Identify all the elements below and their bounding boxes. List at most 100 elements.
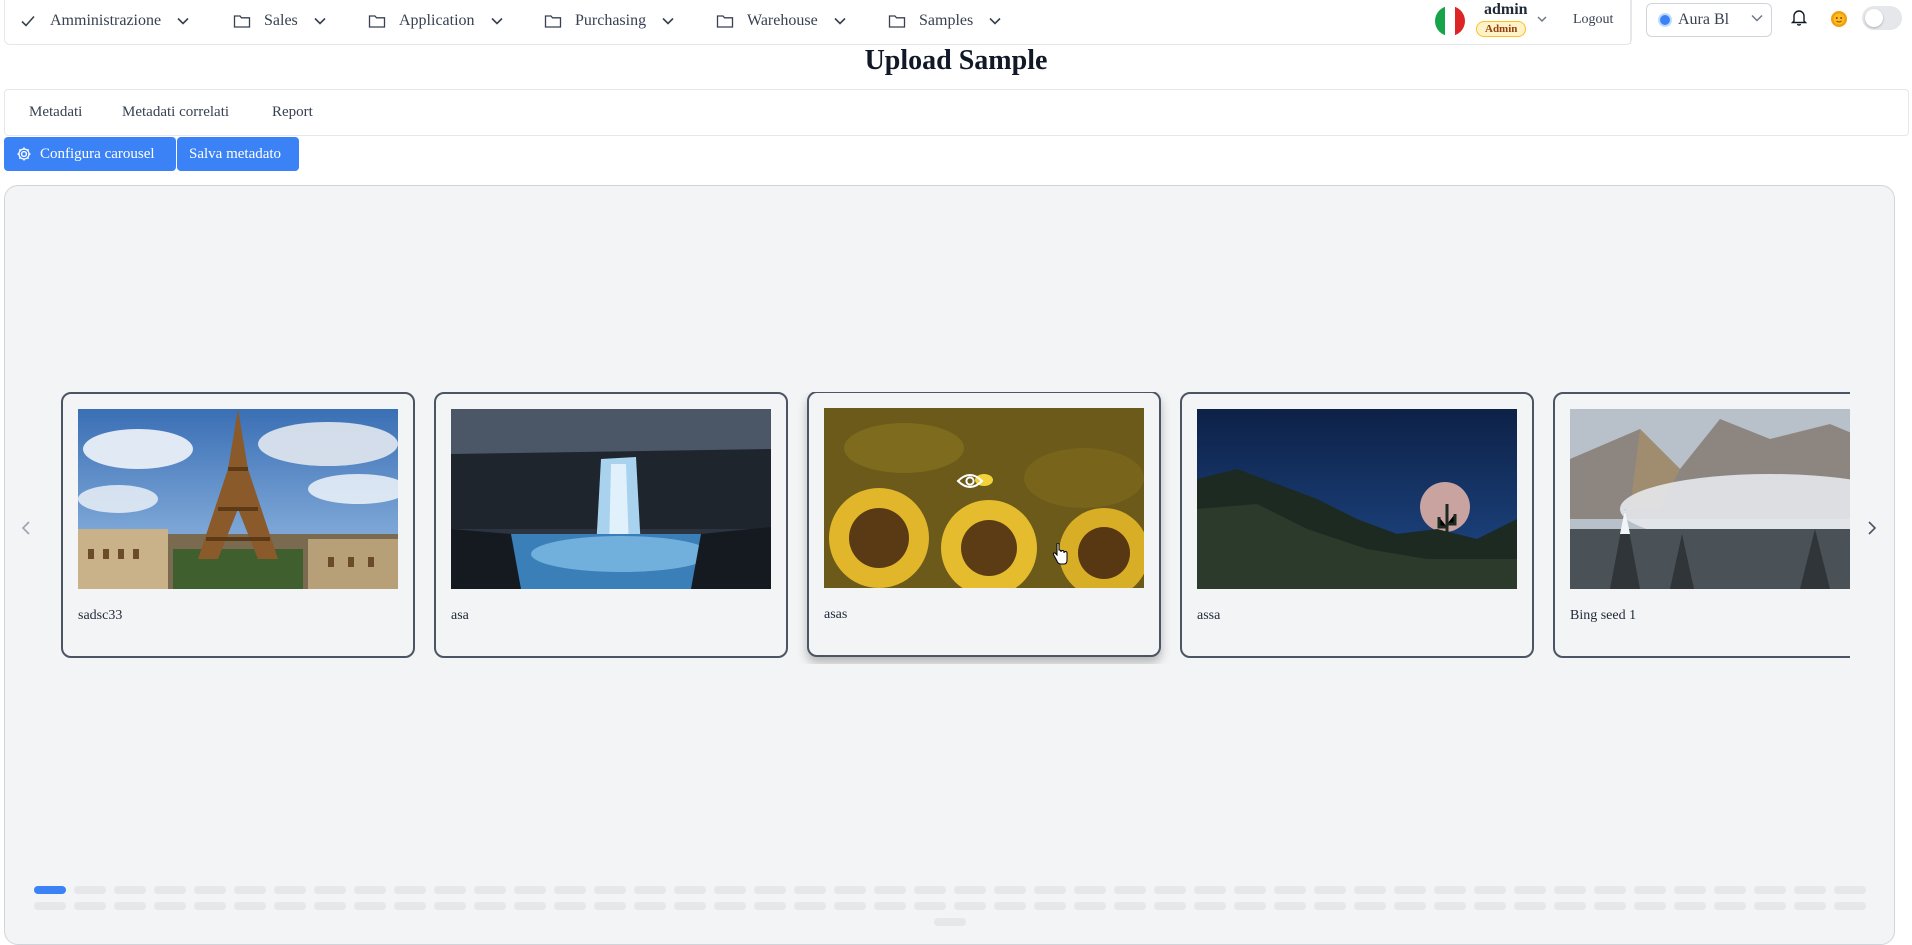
- menu-purchasing[interactable]: Purchasing: [543, 0, 676, 42]
- pagination-dot[interactable]: [1593, 886, 1626, 894]
- pagination-dot[interactable]: [393, 886, 426, 894]
- pagination-dot[interactable]: [873, 902, 906, 910]
- pagination-dot[interactable]: [1433, 886, 1466, 894]
- pagination-dot[interactable]: [1793, 886, 1826, 894]
- pagination-dot[interactable]: [353, 902, 386, 910]
- pagination-dot[interactable]: [1633, 886, 1666, 894]
- carousel-card[interactable]: sadsc33: [61, 392, 415, 658]
- pagination-dot[interactable]: [153, 902, 186, 910]
- pagination-dot[interactable]: [193, 902, 226, 910]
- pagination-dot[interactable]: [233, 902, 266, 910]
- pagination-dot[interactable]: [73, 902, 106, 910]
- pagination-dot[interactable]: [1353, 886, 1386, 894]
- pagination-dot[interactable]: [673, 902, 706, 910]
- eye-icon[interactable]: [956, 471, 984, 496]
- carousel-card[interactable]: asa: [434, 392, 788, 658]
- pagination-dot[interactable]: [1353, 902, 1386, 910]
- pagination-dot[interactable]: [993, 902, 1026, 910]
- pagination-dot[interactable]: [1713, 886, 1746, 894]
- pagination-dot[interactable]: [1673, 886, 1706, 894]
- pagination-dot[interactable]: [1673, 902, 1706, 910]
- carousel-prev-arrow[interactable]: [16, 518, 36, 538]
- tab-metadati-correlati[interactable]: Metadati correlati: [122, 104, 229, 121]
- pagination-dot[interactable]: [633, 902, 666, 910]
- carousel-card[interactable]: assa: [1180, 392, 1534, 658]
- sun-icon[interactable]: [1829, 9, 1849, 34]
- theme-select[interactable]: Aura Bl: [1646, 3, 1772, 37]
- pagination-dot[interactable]: [433, 902, 466, 910]
- pagination-dot[interactable]: [1833, 902, 1866, 910]
- pagination-dot[interactable]: [1433, 902, 1466, 910]
- menu-application[interactable]: Application: [367, 0, 505, 42]
- pagination-dot[interactable]: [33, 886, 66, 894]
- pagination-dot[interactable]: [33, 902, 66, 910]
- pagination-dot[interactable]: [1753, 886, 1786, 894]
- pagination-dot[interactable]: [1713, 902, 1746, 910]
- pagination-dot[interactable]: [1753, 902, 1786, 910]
- pagination-dot[interactable]: [113, 886, 146, 894]
- pagination-dot[interactable]: [1553, 902, 1586, 910]
- pagination-dot[interactable]: [473, 902, 506, 910]
- pagination-dot[interactable]: [1273, 886, 1306, 894]
- pagination-dot[interactable]: [913, 886, 946, 894]
- pagination-dot[interactable]: [513, 902, 546, 910]
- pagination-dot[interactable]: [313, 902, 346, 910]
- menu-sales[interactable]: Sales: [232, 0, 328, 42]
- pagination-dot[interactable]: [1153, 886, 1186, 894]
- pagination-dot[interactable]: [113, 902, 146, 910]
- carousel-next-arrow[interactable]: [1862, 518, 1882, 538]
- user-name[interactable]: admin: [1484, 1, 1528, 19]
- pagination-dot[interactable]: [933, 918, 966, 926]
- pagination-dot[interactable]: [273, 886, 306, 894]
- pagination-dot[interactable]: [713, 902, 746, 910]
- carousel-card[interactable]: Bing seed 1: [1553, 392, 1850, 658]
- pagination-dot[interactable]: [633, 886, 666, 894]
- pagination-dot[interactable]: [873, 886, 906, 894]
- pagination-dot[interactable]: [273, 902, 306, 910]
- pagination-dot[interactable]: [593, 902, 626, 910]
- pagination-dot[interactable]: [1553, 886, 1586, 894]
- pagination-dot[interactable]: [1793, 902, 1826, 910]
- pagination-dot[interactable]: [1393, 902, 1426, 910]
- pagination-dot[interactable]: [793, 886, 826, 894]
- pagination-dot[interactable]: [233, 886, 266, 894]
- dark-mode-toggle[interactable]: [1862, 6, 1902, 30]
- pagination-dot[interactable]: [953, 886, 986, 894]
- pagination-dot[interactable]: [1313, 902, 1346, 910]
- italian-flag-icon[interactable]: [1435, 6, 1465, 36]
- menu-samples[interactable]: Samples: [887, 0, 1003, 42]
- pagination-dot[interactable]: [473, 886, 506, 894]
- pagination-dot[interactable]: [153, 886, 186, 894]
- pagination-dot[interactable]: [193, 886, 226, 894]
- pagination-dot[interactable]: [1193, 902, 1226, 910]
- pagination-dot[interactable]: [1833, 886, 1866, 894]
- pagination-dot[interactable]: [513, 886, 546, 894]
- pagination-dot[interactable]: [1313, 886, 1346, 894]
- pagination-dot[interactable]: [1273, 902, 1306, 910]
- logout-link[interactable]: Logout: [1573, 12, 1613, 28]
- pagination-dot[interactable]: [1033, 902, 1066, 910]
- menu-warehouse[interactable]: Warehouse: [715, 0, 848, 42]
- tab-report[interactable]: Report: [272, 104, 313, 121]
- pagination-dot[interactable]: [313, 886, 346, 894]
- pagination-dot[interactable]: [913, 902, 946, 910]
- pagination-dot[interactable]: [1473, 886, 1506, 894]
- pagination-dot[interactable]: [553, 902, 586, 910]
- pagination-dot[interactable]: [753, 902, 786, 910]
- pagination-dot[interactable]: [793, 902, 826, 910]
- pagination-dot[interactable]: [753, 886, 786, 894]
- pagination-dot[interactable]: [833, 886, 866, 894]
- pagination-dot[interactable]: [433, 886, 466, 894]
- pagination-dot[interactable]: [1593, 902, 1626, 910]
- configure-carousel-button[interactable]: Configura carousel: [4, 137, 176, 171]
- pagination-dot[interactable]: [1633, 902, 1666, 910]
- pagination-dot[interactable]: [1233, 902, 1266, 910]
- pagination-dot[interactable]: [1513, 886, 1546, 894]
- pagination-dot[interactable]: [1473, 902, 1506, 910]
- chevron-down-icon[interactable]: [1536, 12, 1548, 30]
- pagination-dot[interactable]: [393, 902, 426, 910]
- pagination-dot[interactable]: [1193, 886, 1226, 894]
- pagination-dot[interactable]: [1513, 902, 1546, 910]
- pagination-dot[interactable]: [993, 886, 1026, 894]
- pagination-dot[interactable]: [673, 886, 706, 894]
